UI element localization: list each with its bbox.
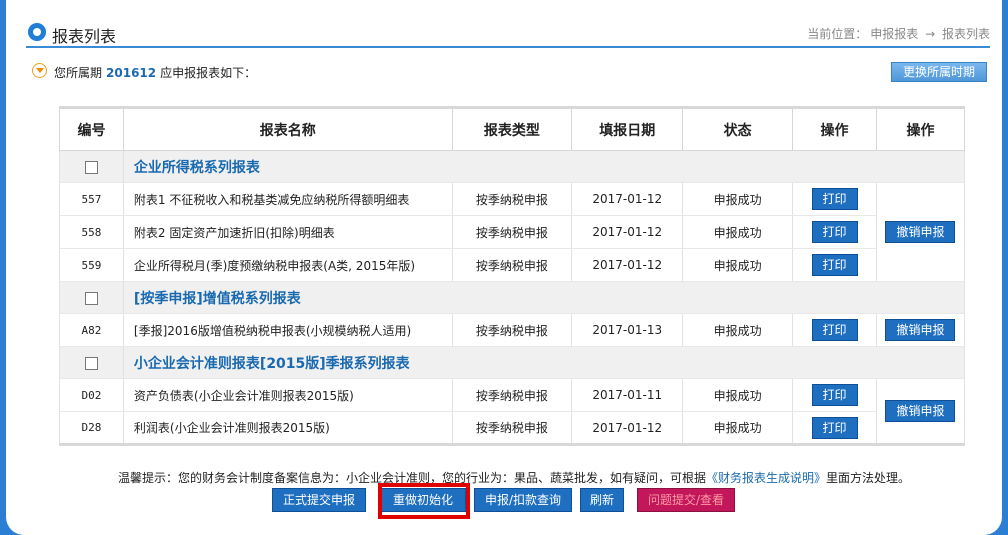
revoke-button[interactable]: 撤销申报 [885, 319, 956, 341]
breadcrumb-prefix: 当前位置： [807, 27, 868, 41]
period-row: 您所属期 201612 应申报报表如下： 更换所属时期 [32, 62, 987, 82]
row-status: 申报成功 [682, 215, 794, 249]
print-button[interactable]: 打印 [811, 384, 858, 406]
row-code: 558 [59, 215, 124, 249]
group-checkbox[interactable] [84, 160, 98, 174]
row-date: 2017-01-13 [571, 313, 684, 347]
revoke-button[interactable]: 撤销申报 [885, 221, 956, 243]
col-header-action-2: 操作 [875, 106, 966, 151]
group-title: [按季申报]增值税系列报表 [133, 290, 301, 307]
table-row: 557 附表1 不征税收入和税基类减免应纳税所得额明细表 按季纳税申报 2017… [59, 182, 966, 282]
row-status: 申报成功 [682, 248, 794, 282]
print-button[interactable]: 打印 [811, 416, 858, 439]
row-status: 申报成功 [682, 378, 794, 412]
print-button[interactable]: 打印 [811, 221, 858, 243]
tip-text: 温馨提示：您的财务会计制度备案信息为：小企业会计准则，您的行业为：果品、蔬菜批发… [118, 469, 910, 486]
refresh-button[interactable]: 刷新 [580, 488, 624, 512]
arrow-right-icon: → [925, 27, 936, 41]
row-type: 按季纳税申报 [452, 248, 573, 282]
query-button[interactable]: 申报/扣款查询 [474, 488, 572, 512]
row-type: 按季纳税申报 [452, 313, 573, 347]
page-title: 报表列表 [52, 27, 117, 46]
main-panel: 报表列表 当前位置： 申报报表 → 报表列表 您所属期 201612 应申报报表如下：… [6, 0, 1002, 535]
group-title: 小企业会计准则报表[2015版]季报系列报表 [133, 355, 410, 372]
row-code: D02 [59, 378, 124, 412]
table-row: D02 资产负债表(小企业会计准则报表2015版) 按季纳税申报 2017-01… [59, 378, 966, 445]
row-name[interactable]: 利润表(小企业会计准则报表2015版) [123, 411, 453, 445]
row-name[interactable]: 附表2 固定资产加速折旧(扣除)明细表 [123, 215, 453, 249]
group-title: 企业所得税系列报表 [133, 159, 260, 176]
row-name[interactable]: [季报]2016版增值税纳税申报表(小规模纳税人适用) [123, 313, 453, 347]
print-button[interactable]: 打印 [811, 188, 858, 210]
table-row: A82 [季报]2016版增值税纳税申报表(小规模纳税人适用) 按季纳税申报 2… [59, 313, 966, 347]
action-bar: 正式提交申报 重做初始化 申报/扣款查询 刷新 问题提交/查看 [6, 488, 1002, 514]
row-date: 2017-01-11 [571, 378, 684, 412]
row-status: 申报成功 [682, 313, 794, 347]
col-header-action-1: 操作 [792, 106, 877, 151]
row-date: 2017-01-12 [571, 248, 684, 282]
row-type: 按季纳税申报 [452, 411, 573, 445]
period-text: 您所属期 201612 应申报报表如下： [54, 64, 256, 81]
revoke-button[interactable]: 撤销申报 [885, 400, 956, 422]
row-code: D28 [59, 411, 124, 445]
row-date: 2017-01-12 [571, 182, 684, 216]
row-name[interactable]: 企业所得税月(季)度预缴纳税申报表(A类, 2015年版) [123, 248, 453, 282]
row-type: 按季纳税申报 [452, 182, 573, 216]
submit-button[interactable]: 正式提交申报 [272, 488, 366, 512]
table-row: 559 企业所得税月(季)度预缴纳税申报表(A类, 2015年版) 按季纳税申报… [59, 248, 965, 282]
print-button[interactable]: 打印 [811, 254, 858, 276]
highlight-box [378, 483, 470, 519]
table-header-row: 编号 报表名称 报表类型 填报日期 状态 操作 操作 [59, 106, 966, 151]
row-status: 申报成功 [682, 411, 794, 445]
circle-icon [28, 23, 46, 41]
row-code: 559 [59, 248, 124, 282]
period-value: 201612 [106, 66, 157, 80]
row-code: 557 [59, 182, 124, 216]
tip-link[interactable]: 《财务报表生成说明》 [706, 471, 826, 485]
col-header-date: 填报日期 [571, 106, 684, 151]
col-header-code: 编号 [59, 106, 124, 151]
row-type: 按季纳税申报 [452, 215, 573, 249]
print-button[interactable]: 打印 [811, 319, 858, 341]
group-row: [按季申报]增值税系列报表 [59, 281, 966, 314]
row-name[interactable]: 附表1 不征税收入和税基类减免应纳税所得额明细表 [123, 182, 453, 216]
row-name[interactable]: 资产负债表(小企业会计准则报表2015版) [123, 378, 453, 412]
breadcrumb-item-list: 报表列表 [941, 27, 990, 41]
row-status: 申报成功 [682, 182, 794, 216]
period-prefix: 您所属期 [54, 66, 103, 80]
table-row: D28 利润表(小企业会计准则报表2015版) 按季纳税申报 2017-01-1… [59, 411, 965, 445]
row-type: 按季纳税申报 [452, 378, 573, 412]
breadcrumb-item-declare[interactable]: 申报报表 [870, 27, 918, 41]
change-period-button[interactable]: 更换所属时期 [891, 62, 987, 82]
issue-button[interactable]: 问题提交/查看 [637, 488, 735, 512]
chevron-down-icon [32, 63, 47, 78]
group-row: 小企业会计准则报表[2015版]季报系列报表 [59, 346, 966, 379]
col-header-status: 状态 [682, 106, 794, 151]
group-row: 企业所得税系列报表 [59, 150, 966, 183]
breadcrumb: 当前位置： 申报报表 → 报表列表 [804, 25, 990, 42]
row-date: 2017-01-12 [571, 411, 684, 445]
group-checkbox[interactable] [84, 356, 98, 370]
col-header-name: 报表名称 [122, 106, 453, 151]
group-checkbox[interactable] [84, 291, 98, 305]
table-row: 558 附表2 固定资产加速折旧(扣除)明细表 按季纳税申报 2017-01-1… [59, 215, 965, 249]
row-date: 2017-01-12 [571, 215, 684, 249]
page-header: 报表列表 当前位置： 申报报表 → 报表列表 [26, 14, 990, 48]
report-table: 编号 报表名称 报表类型 填报日期 状态 操作 操作 企业所得税系列报表 557… [59, 106, 966, 446]
tip-suffix: 里面方法处理。 [826, 471, 911, 485]
col-header-type: 报表类型 [451, 106, 573, 151]
row-code: A82 [59, 313, 124, 347]
period-suffix: 应申报报表如下： [160, 66, 257, 80]
